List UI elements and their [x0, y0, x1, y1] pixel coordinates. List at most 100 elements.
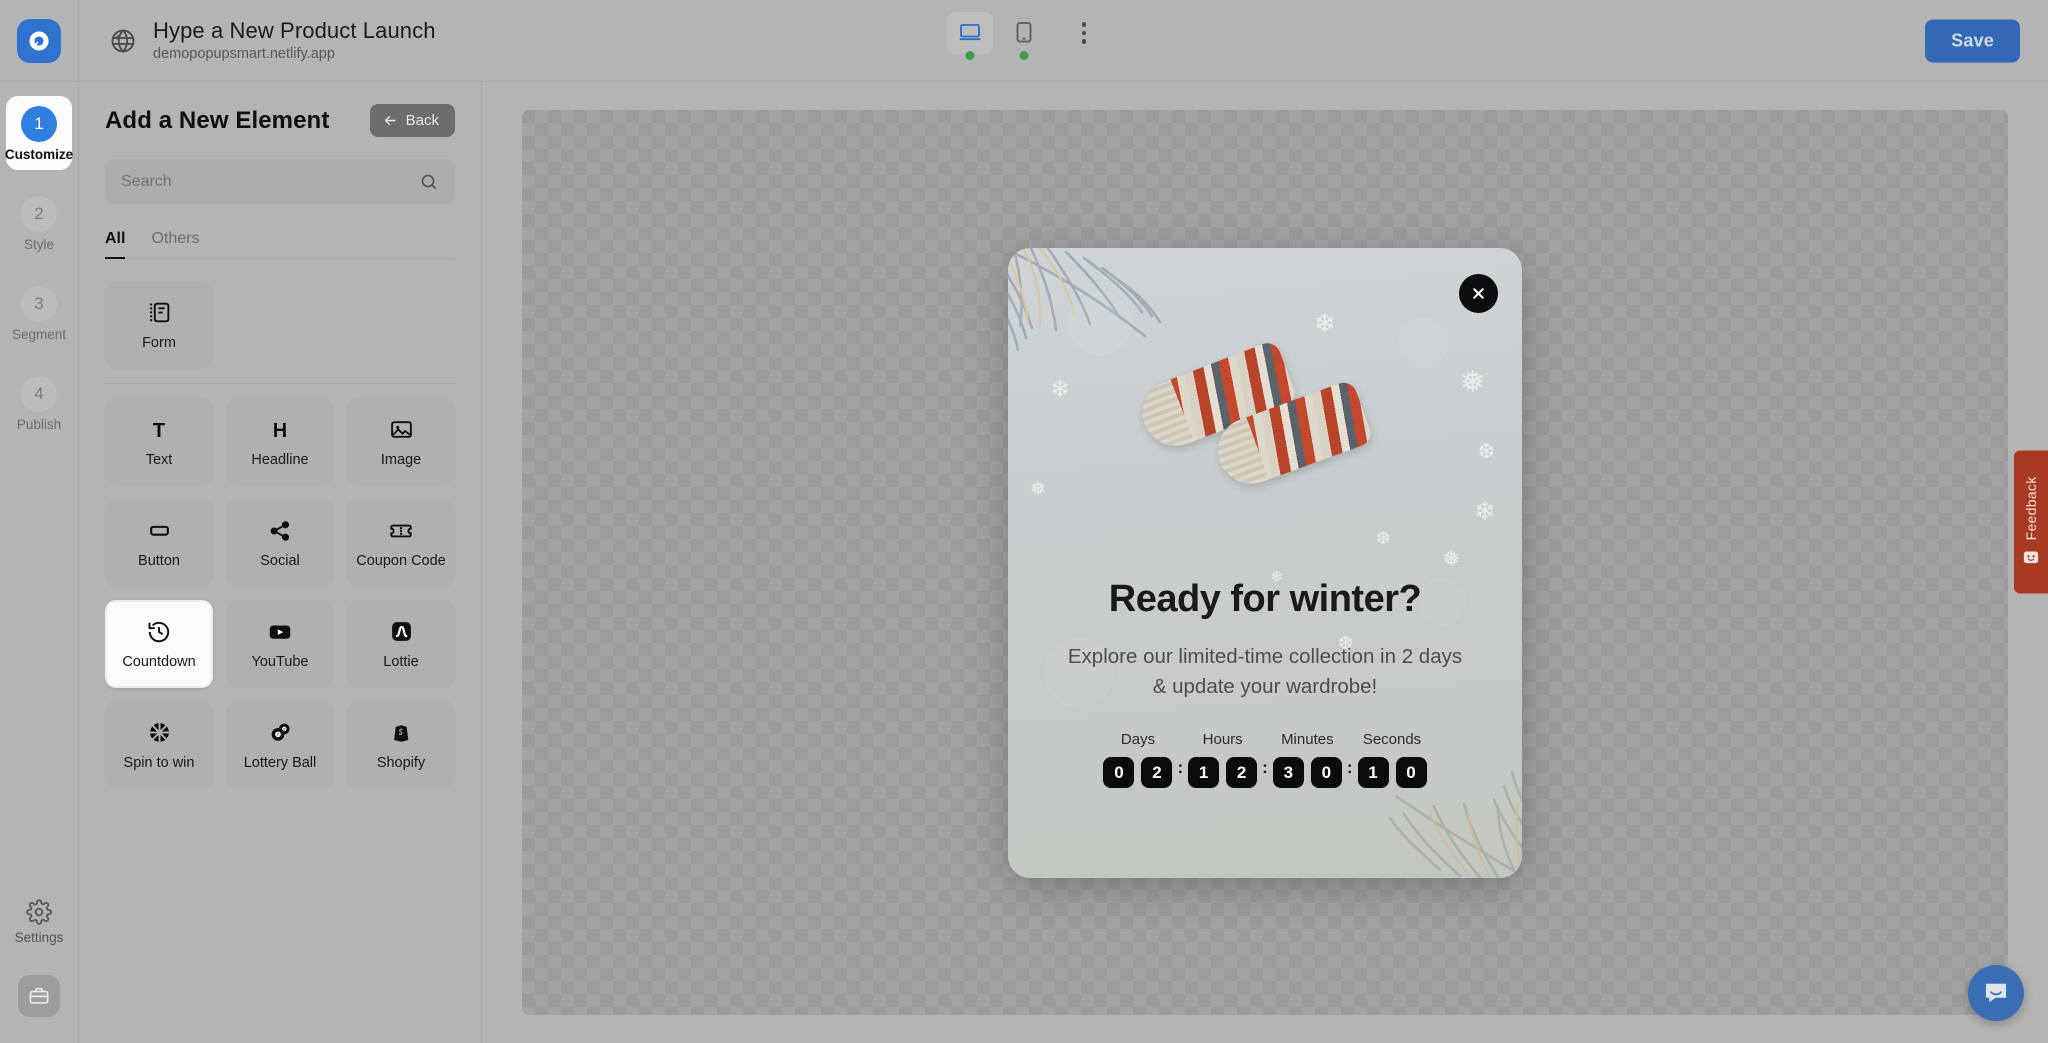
popupsmart-logo-icon[interactable]: [17, 18, 61, 63]
element-card-label: Shopify: [376, 754, 426, 771]
step-rail: 1 Customize 2 Style 3 Segment 4 Publish: [0, 82, 79, 1043]
element-card-label: Button: [138, 552, 180, 569]
sidebar-item-style[interactable]: 2 Style: [6, 186, 72, 260]
sidebar-item-settings[interactable]: Settings: [14, 899, 64, 945]
step-label: Customize: [4, 147, 74, 162]
countdown-unit-minutes: Minutes 3 0: [1272, 731, 1342, 789]
element-card-social[interactable]: Social: [226, 499, 334, 587]
save-button[interactable]: Save: [1925, 19, 2020, 62]
element-card-coupon-code[interactable]: Coupon Code: [347, 499, 455, 587]
countdown-digits: 0 2: [1103, 757, 1173, 789]
snowflake-icon: ❅: [1460, 365, 1486, 399]
element-cards-scroll[interactable]: Form T Text H Headline Image Button Soci…: [105, 281, 455, 1043]
element-card-image[interactable]: Image: [347, 398, 455, 486]
project-info: Hype a New Product Launch demopopupsmart…: [79, 18, 436, 64]
arrow-left-icon: [384, 115, 396, 126]
countdown-separator: :: [1177, 758, 1184, 778]
device-mobile-button[interactable]: [1001, 12, 1047, 60]
preview-canvas-area: ❄ ❅ ❆ ❄ ❅ ❆ ❄ ❅ ❆ ❄ Ready for winter? Ex…: [482, 82, 2048, 1043]
kebab-menu-icon[interactable]: [1067, 12, 1101, 54]
rail-bottom-actions: Settings: [14, 899, 64, 1043]
ticket-coupon-icon: [388, 518, 414, 544]
form-icon: [146, 300, 172, 326]
step-number: 2: [21, 196, 57, 232]
search-input[interactable]: [121, 172, 419, 191]
feedback-tab[interactable]: Feedback: [2014, 450, 2048, 593]
shopify-bag-icon: [388, 720, 414, 746]
element-card-youtube[interactable]: YouTube: [226, 600, 334, 688]
element-card-label: Spin to win: [123, 754, 195, 771]
globe-icon: [109, 27, 137, 55]
tab-others[interactable]: Others: [151, 230, 199, 258]
popup-content: Ready for winter? Explore our limited-ti…: [1008, 578, 1522, 789]
close-x-icon[interactable]: [1459, 273, 1498, 313]
mitten-cuff: [1133, 378, 1195, 455]
sidebar-item-publish[interactable]: 4 Publish: [6, 366, 72, 440]
briefcase-icon[interactable]: [18, 975, 60, 1017]
countdown-label: Minutes: [1281, 731, 1334, 749]
countdown-unit-days: Days 0 2: [1103, 731, 1173, 789]
element-card-label: Lottery Ball: [243, 754, 317, 771]
page-title: Hype a New Product Launch: [153, 17, 436, 43]
kebab-dot: [1081, 39, 1087, 44]
preview-canvas-frame[interactable]: ❄ ❅ ❆ ❄ ❅ ❆ ❄ ❅ ❆ ❄ Ready for winter? Ex…: [522, 110, 2008, 1015]
element-card-label: Image: [380, 451, 422, 468]
featured-element-grid: Form: [105, 281, 455, 369]
countdown-digit: 0: [1395, 757, 1427, 789]
countdown-unit-seconds: Seconds 1 0: [1357, 731, 1427, 789]
element-card-label: Headline: [251, 451, 309, 468]
element-card-spin-to-win[interactable]: Spin to win: [105, 701, 213, 789]
lottie-icon: [388, 619, 414, 645]
element-card-shopify[interactable]: Shopify: [347, 701, 455, 789]
element-card-headline[interactable]: H Headline: [226, 398, 334, 486]
element-card-countdown[interactable]: Countdown: [105, 600, 213, 688]
desktop-icon: [959, 24, 981, 41]
element-card-label: YouTube: [251, 653, 309, 670]
element-card-label: Countdown: [122, 653, 196, 670]
element-card-lottery-ball[interactable]: 8 7 Lottery Ball: [226, 701, 334, 789]
device-preview-switcher: [947, 12, 1101, 60]
step-label: Segment: [11, 327, 67, 342]
svg-text:T: T: [153, 420, 165, 442]
settings-label: Settings: [14, 930, 64, 945]
countdown-digit: 2: [1226, 757, 1258, 789]
element-card-lottie[interactable]: Lottie: [347, 600, 455, 688]
countdown-digit: 1: [1357, 757, 1389, 789]
add-element-panel: Add a New Element Back All Ot: [79, 82, 482, 1043]
element-card-form[interactable]: Form: [105, 281, 213, 369]
tab-all[interactable]: All: [105, 230, 126, 259]
panel-title: Add a New Element: [105, 106, 330, 134]
element-grid: T Text H Headline Image Button Social Co…: [105, 398, 455, 789]
countdown-digits: 1 2: [1188, 757, 1258, 789]
device-desktop-button[interactable]: [947, 12, 993, 60]
mobile-icon: [1016, 22, 1032, 43]
snowflake-icon: ❆: [1478, 440, 1495, 463]
mobile-status-dot: [1019, 51, 1029, 60]
countdown-timer[interactable]: Days 0 2 : Hours 1 2: Minutes 3 0: Sec…: [1038, 731, 1492, 789]
countdown-label: Seconds: [1362, 731, 1422, 749]
popup-preview[interactable]: ❄ ❅ ❆ ❄ ❅ ❆ ❄ ❅ ❆ ❄ Ready for winter? Ex…: [1008, 247, 1522, 878]
popup-subtext: Explore our limited-time collection in 2…: [1067, 645, 1463, 698]
element-card-label: Text: [145, 451, 173, 468]
search-box[interactable]: [105, 159, 455, 204]
sidebar-item-segment[interactable]: 3 Segment: [6, 276, 72, 350]
mitten-cuff: [1208, 416, 1269, 493]
top-bar: Hype a New Product Launch demopopupsmart…: [0, 0, 2048, 82]
app-logo-container[interactable]: [0, 0, 79, 81]
step-label: Style: [23, 237, 54, 252]
countdown-digit: 1: [1188, 757, 1220, 789]
element-card-text[interactable]: T Text: [105, 398, 213, 486]
back-button[interactable]: Back: [369, 104, 455, 137]
share-social-icon: [267, 518, 293, 544]
countdown-label: Days: [1120, 731, 1156, 749]
element-card-label: Lottie: [383, 653, 419, 670]
chat-bubble-icon[interactable]: [1968, 965, 2024, 1021]
sidebar-item-customize[interactable]: 1 Customize: [4, 96, 74, 170]
image-icon: [388, 417, 414, 443]
snowflake-icon: ❄: [1050, 375, 1071, 403]
search-icon[interactable]: [419, 172, 439, 192]
svg-text:H: H: [273, 420, 287, 442]
snowflake-icon: ❄: [1474, 495, 1496, 526]
countdown-digit: 2: [1141, 757, 1173, 789]
element-card-button[interactable]: Button: [105, 499, 213, 587]
